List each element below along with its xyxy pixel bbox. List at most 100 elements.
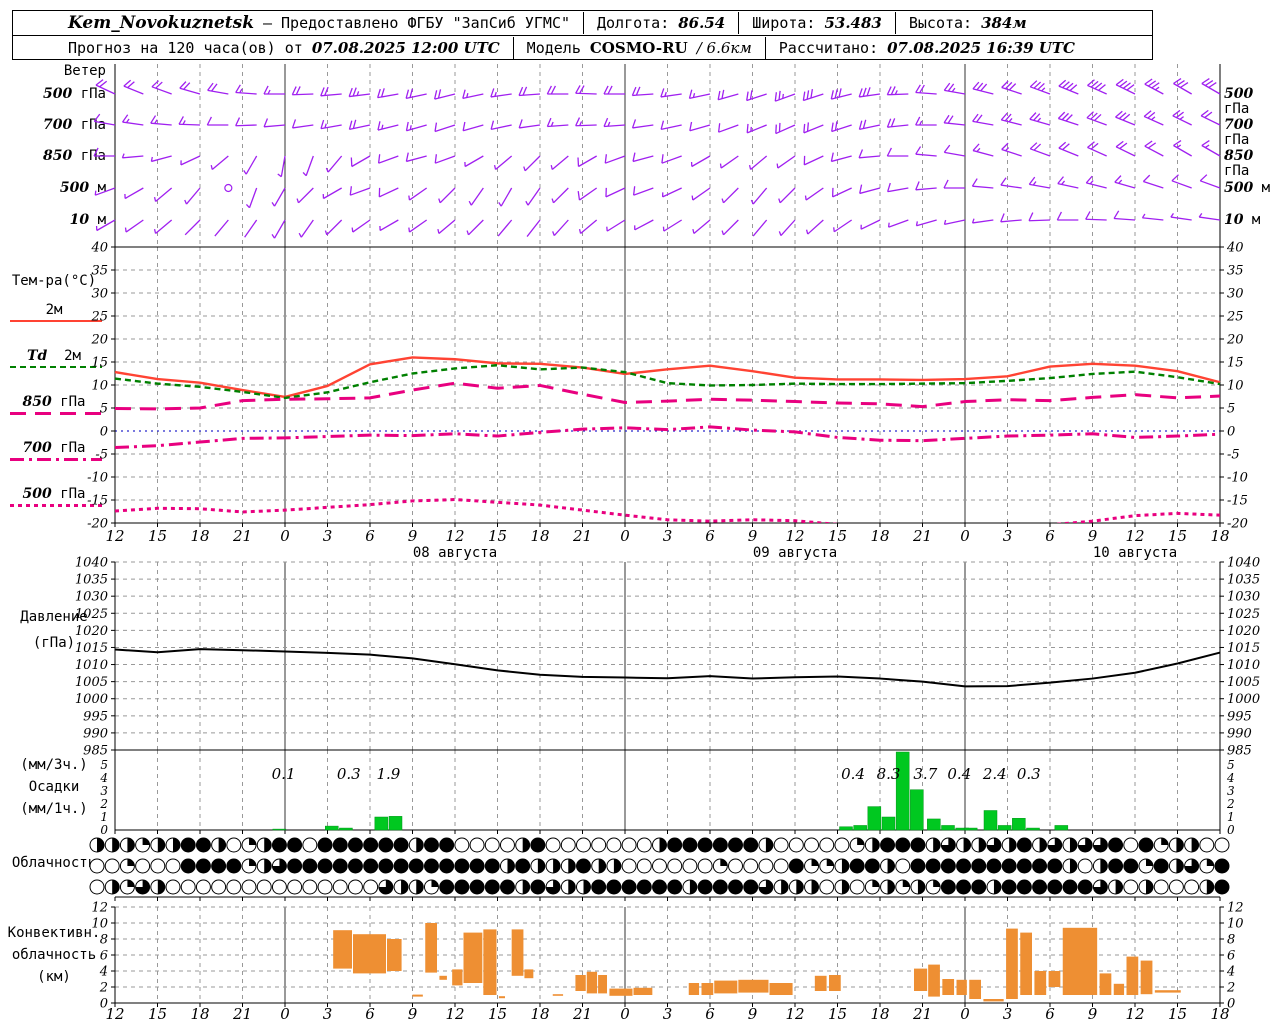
svg-text:1015: 1015 xyxy=(75,641,108,656)
svg-text:10 августа: 10 августа xyxy=(1093,545,1177,561)
svg-text:18: 18 xyxy=(190,1005,209,1023)
wind-barbs-row-500гПа xyxy=(95,78,1221,102)
svg-text:4: 4 xyxy=(99,771,108,785)
svg-text:0: 0 xyxy=(620,527,630,545)
svg-text:20: 20 xyxy=(1226,333,1244,348)
svg-text:1010: 1010 xyxy=(1227,658,1260,673)
svg-text:8: 8 xyxy=(1227,933,1235,948)
svg-text:12: 12 xyxy=(785,527,804,545)
svg-text:4: 4 xyxy=(1226,965,1235,980)
svg-text:0.4: 0.4 xyxy=(841,765,865,783)
svg-text:15: 15 xyxy=(91,356,108,371)
svg-text:08 августа: 08 августа xyxy=(413,545,497,561)
svg-text:12: 12 xyxy=(1125,527,1144,545)
svg-text:21: 21 xyxy=(232,527,252,545)
svg-text:1020: 1020 xyxy=(1227,624,1260,639)
svg-text:1040: 1040 xyxy=(75,556,108,571)
svg-text:20: 20 xyxy=(90,333,108,348)
svg-text:-15: -15 xyxy=(1227,494,1248,509)
svg-text:0: 0 xyxy=(1227,425,1235,440)
svg-text:1020: 1020 xyxy=(75,624,108,639)
svg-text:30: 30 xyxy=(1227,287,1244,302)
svg-text:5: 5 xyxy=(100,402,108,417)
svg-text:-15: -15 xyxy=(87,494,108,509)
svg-text:3: 3 xyxy=(323,527,333,545)
convective-bars xyxy=(333,923,1181,1002)
svg-text:0.4: 0.4 xyxy=(947,765,971,783)
svg-text:15: 15 xyxy=(488,1005,507,1023)
svg-text:1030: 1030 xyxy=(1227,590,1260,605)
svg-text:1000: 1000 xyxy=(1227,692,1260,707)
svg-text:1035: 1035 xyxy=(75,573,108,588)
svg-text:35: 35 xyxy=(1227,264,1244,279)
wind-barbs-row-500м xyxy=(94,174,1221,209)
svg-text:12: 12 xyxy=(445,1005,464,1023)
svg-text:12: 12 xyxy=(1227,901,1244,916)
svg-text:1: 1 xyxy=(100,810,108,824)
svg-text:2: 2 xyxy=(99,797,108,811)
svg-text:1005: 1005 xyxy=(1227,675,1260,690)
svg-text:2: 2 xyxy=(1226,981,1235,996)
svg-text:21: 21 xyxy=(572,1005,592,1023)
svg-text:18: 18 xyxy=(1210,1005,1229,1023)
svg-text:6: 6 xyxy=(365,527,375,545)
svg-text:1040: 1040 xyxy=(1227,556,1260,571)
svg-text:1025: 1025 xyxy=(75,607,108,622)
svg-text:8.3: 8.3 xyxy=(877,765,901,783)
svg-text:0: 0 xyxy=(960,527,970,545)
svg-text:9: 9 xyxy=(748,527,758,545)
svg-text:12: 12 xyxy=(1125,1005,1144,1023)
svg-text:-5: -5 xyxy=(95,448,108,463)
svg-text:6: 6 xyxy=(1045,527,1055,545)
svg-text:40: 40 xyxy=(1226,241,1244,256)
svg-text:15: 15 xyxy=(148,527,167,545)
svg-text:8: 8 xyxy=(100,933,108,948)
svg-text:15: 15 xyxy=(148,1005,167,1023)
svg-text:-5: -5 xyxy=(1227,448,1240,463)
svg-text:0.3: 0.3 xyxy=(1017,765,1041,783)
svg-text:21: 21 xyxy=(912,1005,932,1023)
svg-text:2.4: 2.4 xyxy=(982,765,1007,783)
svg-text:30: 30 xyxy=(91,287,108,302)
svg-text:9: 9 xyxy=(408,1005,418,1023)
svg-text:-10: -10 xyxy=(87,471,108,486)
svg-text:0: 0 xyxy=(100,425,108,440)
svg-text:1015: 1015 xyxy=(1227,641,1260,656)
svg-text:12: 12 xyxy=(445,527,464,545)
svg-text:15: 15 xyxy=(828,527,847,545)
svg-text:21: 21 xyxy=(912,527,932,545)
svg-text:0.1: 0.1 xyxy=(272,765,296,783)
svg-text:12: 12 xyxy=(105,1005,124,1023)
wind-barbs-row-10м xyxy=(95,210,1221,239)
svg-text:21: 21 xyxy=(572,527,592,545)
svg-text:18: 18 xyxy=(870,1005,889,1023)
svg-text:1: 1 xyxy=(1227,810,1235,824)
svg-text:15: 15 xyxy=(828,1005,847,1023)
svg-text:10: 10 xyxy=(91,917,108,932)
svg-text:18: 18 xyxy=(870,527,889,545)
svg-text:985: 985 xyxy=(1227,744,1252,759)
svg-text:35: 35 xyxy=(91,264,108,279)
meteogram-chart: -20 -20-15 -15-10 -10-5 -50 05 510 1015 1520 2025… xyxy=(75,64,1260,1023)
svg-text:5: 5 xyxy=(100,758,108,772)
svg-text:6: 6 xyxy=(1045,1005,1055,1023)
svg-text:-20: -20 xyxy=(1227,517,1248,532)
svg-text:18: 18 xyxy=(1210,527,1229,545)
svg-text:990: 990 xyxy=(1227,726,1252,741)
svg-text:12: 12 xyxy=(785,1005,804,1023)
svg-text:1005: 1005 xyxy=(75,675,108,690)
svg-text:0: 0 xyxy=(620,1005,630,1023)
meteogram-page: Kem_Novokuznetsk — Предоставлено ФГБУ "З… xyxy=(0,0,1280,1024)
svg-text:0: 0 xyxy=(280,1005,290,1023)
svg-text:25: 25 xyxy=(90,310,108,325)
svg-text:9: 9 xyxy=(1088,1005,1098,1023)
svg-text:12: 12 xyxy=(91,901,108,916)
svg-text:5: 5 xyxy=(1227,402,1235,417)
svg-text:9: 9 xyxy=(1088,527,1098,545)
svg-text:6: 6 xyxy=(705,1005,715,1023)
svg-text:3: 3 xyxy=(100,784,108,798)
precip-bars: 0.1 0.3 1.9 0.4 8.3 3.7 0.4 2.4 0.3 xyxy=(272,751,1069,831)
svg-text:995: 995 xyxy=(83,709,108,724)
svg-text:10: 10 xyxy=(1227,379,1244,394)
svg-text:15: 15 xyxy=(488,527,507,545)
